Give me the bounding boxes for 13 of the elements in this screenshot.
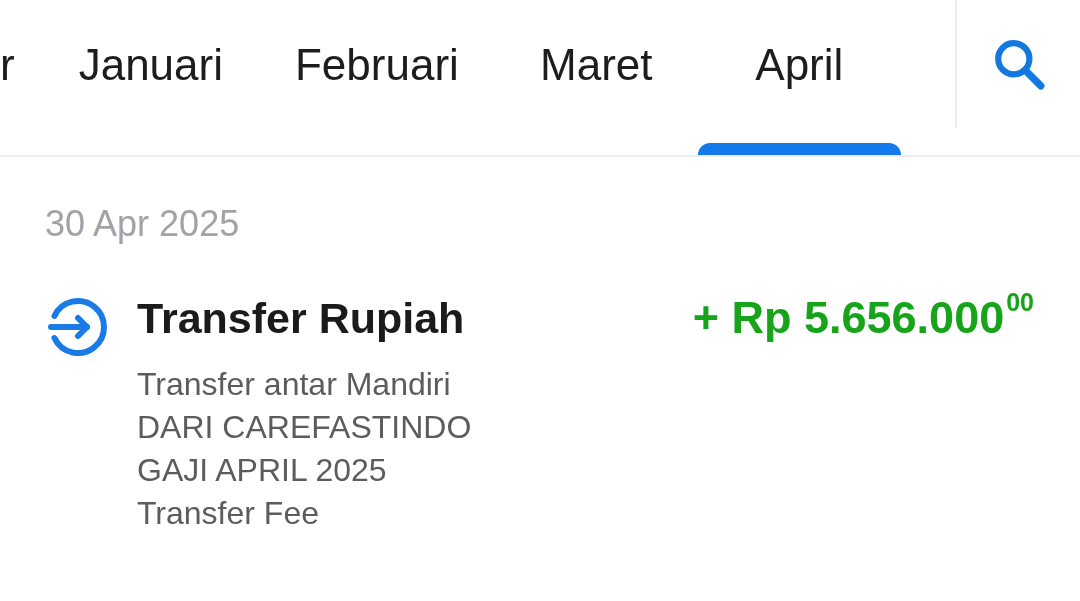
date-header: 30 Apr 2025 [45, 202, 241, 245]
transaction-title: Transfer Rupiah [137, 293, 465, 343]
transaction-detail: Transfer antar Mandiri [137, 365, 452, 404]
month-tab[interactable]: Februari [258, 0, 495, 155]
month-tab[interactable]: r [0, 0, 43, 155]
search-icon [992, 38, 1045, 90]
transaction-detail: Transfer Fee [137, 494, 320, 533]
transaction-detail: DARI CAREFASTINDO [137, 408, 473, 447]
month-tab[interactable]: Januari [42, 0, 259, 155]
transaction-detail: GAJI APRIL 2025 [137, 451, 388, 490]
amount-text: + Rp 5.656.000$^{00}$ [692, 293, 1034, 343]
month-tab[interactable]: Maret [494, 0, 698, 155]
month-tab[interactable]: April [697, 0, 901, 155]
